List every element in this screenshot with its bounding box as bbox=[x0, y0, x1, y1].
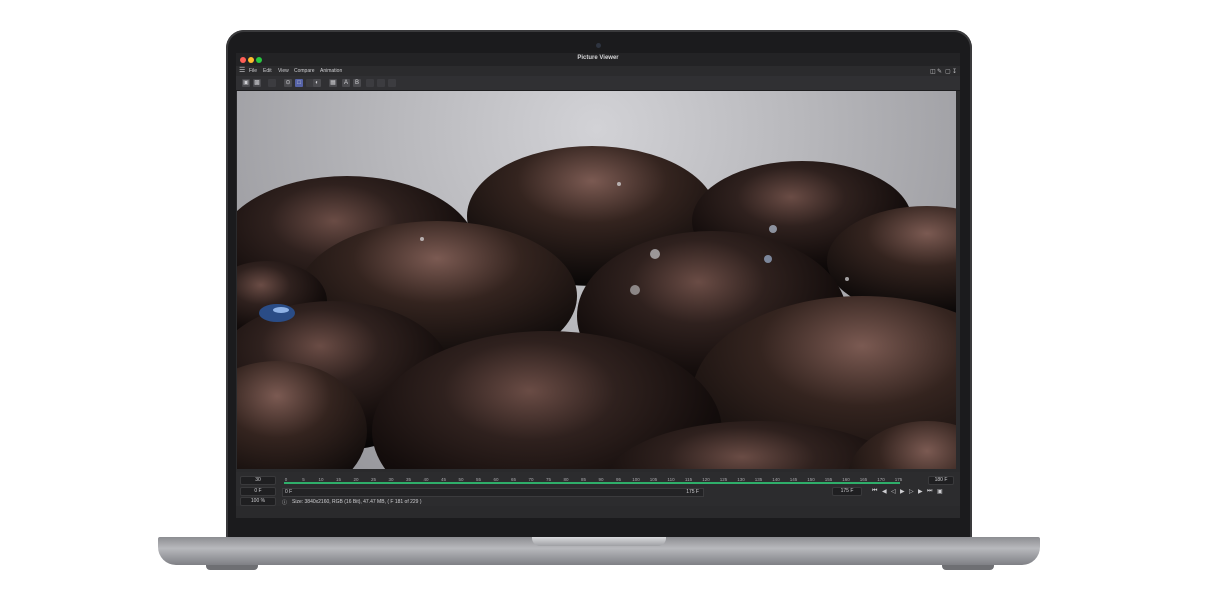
crop-icon[interactable]: □ bbox=[295, 79, 303, 87]
download-icon[interactable]: ↧ bbox=[952, 68, 957, 75]
stop-icon[interactable] bbox=[268, 79, 276, 87]
edit-icon[interactable]: ✎ bbox=[937, 68, 942, 75]
image-info-text: Size: 3840x2160, RGB (16 Bit), 47.47 MB,… bbox=[292, 499, 422, 505]
menu-file[interactable]: File bbox=[249, 68, 257, 74]
menu-animation[interactable]: Animation bbox=[320, 68, 342, 74]
menu-edit[interactable]: Edit bbox=[263, 68, 272, 74]
picture-viewer-window: Picture Viewer ☰ File Edit View Compare … bbox=[236, 53, 960, 518]
range-start-label: 0 F bbox=[285, 489, 293, 495]
close-panel-icon[interactable]: ▢ bbox=[945, 68, 951, 75]
info-row: 100 % ⓘ Size: 3840x2160, RGB (16 Bit), 4… bbox=[236, 497, 960, 507]
start-frame-field[interactable]: 0 F bbox=[240, 487, 276, 496]
end-frame-field[interactable]: 180 F bbox=[928, 476, 954, 485]
swap-icon[interactable] bbox=[366, 79, 374, 87]
stereo-alt-icon[interactable] bbox=[388, 79, 396, 87]
fps-field[interactable]: 30 bbox=[240, 476, 276, 485]
ruler-row: 30 0 5 10 15 20 25 30 35 40 45 50 55 60 65 70 75 80 85 90 9… bbox=[236, 476, 960, 486]
save-icon[interactable]: ▩ bbox=[253, 79, 261, 87]
range-slider[interactable]: 0 F 175 F bbox=[282, 488, 704, 497]
range-end-label: 175 F bbox=[686, 489, 699, 495]
prev-key-icon[interactable]: ◀ bbox=[882, 488, 887, 495]
stereo-icon[interactable] bbox=[377, 79, 385, 87]
menu-compare[interactable]: Compare bbox=[294, 68, 315, 74]
next-frame-icon[interactable]: ▷ bbox=[909, 488, 914, 495]
compare-b-icon[interactable]: B bbox=[353, 79, 361, 87]
channel-icon[interactable]: ▦ bbox=[329, 79, 337, 87]
region-icon[interactable]: ⊙ bbox=[284, 79, 292, 87]
laptop-foot-left bbox=[206, 565, 258, 570]
zoom-field[interactable]: 100 % bbox=[240, 497, 276, 506]
image-viewport[interactable] bbox=[237, 91, 956, 469]
window-title: Picture Viewer bbox=[577, 55, 619, 61]
next-key-icon[interactable]: ▶ bbox=[918, 488, 923, 495]
info-icon: ⓘ bbox=[282, 500, 288, 506]
current-frame-field[interactable]: 175 F bbox=[832, 487, 862, 496]
record-icon[interactable]: ▣ bbox=[937, 488, 943, 495]
menu-bar: ☰ File Edit View Compare Animation bbox=[236, 66, 960, 76]
timeline-progress[interactable] bbox=[284, 482, 900, 484]
title-bar: Picture Viewer bbox=[236, 53, 960, 66]
rendered-image bbox=[237, 146, 956, 469]
layout-icon[interactable]: ◫ bbox=[930, 68, 936, 75]
range-row: 0 F 0 F 175 F 175 F ⏮ ◀ ◁ ▶ ▷ ▶ ⏭ ▣ bbox=[236, 487, 960, 497]
play-icon[interactable]: ▶ bbox=[900, 488, 905, 495]
first-frame-icon[interactable]: ⏮ bbox=[872, 488, 877, 495]
contrast-icon[interactable]: ◐ bbox=[313, 79, 321, 87]
folder-icon[interactable]: ▣ bbox=[242, 79, 250, 87]
camera-icon bbox=[596, 43, 601, 48]
prev-frame-icon[interactable]: ◁ bbox=[891, 488, 896, 495]
compare-a-icon[interactable]: A bbox=[342, 79, 350, 87]
last-frame-icon[interactable]: ⏭ bbox=[927, 488, 932, 495]
menu-view[interactable]: View bbox=[278, 68, 289, 74]
hamburger-icon[interactable]: ☰ bbox=[239, 66, 245, 74]
laptop-foot-right bbox=[942, 565, 994, 570]
timeline-panel: 30 0 5 10 15 20 25 30 35 40 45 50 55 60 65 70 75 80 85 90 9… bbox=[236, 472, 960, 506]
lid-opening-notch bbox=[532, 537, 666, 546]
toolbar: ▣ ▩ ⊙ □ ◐ ▦ A B bbox=[236, 76, 960, 91]
